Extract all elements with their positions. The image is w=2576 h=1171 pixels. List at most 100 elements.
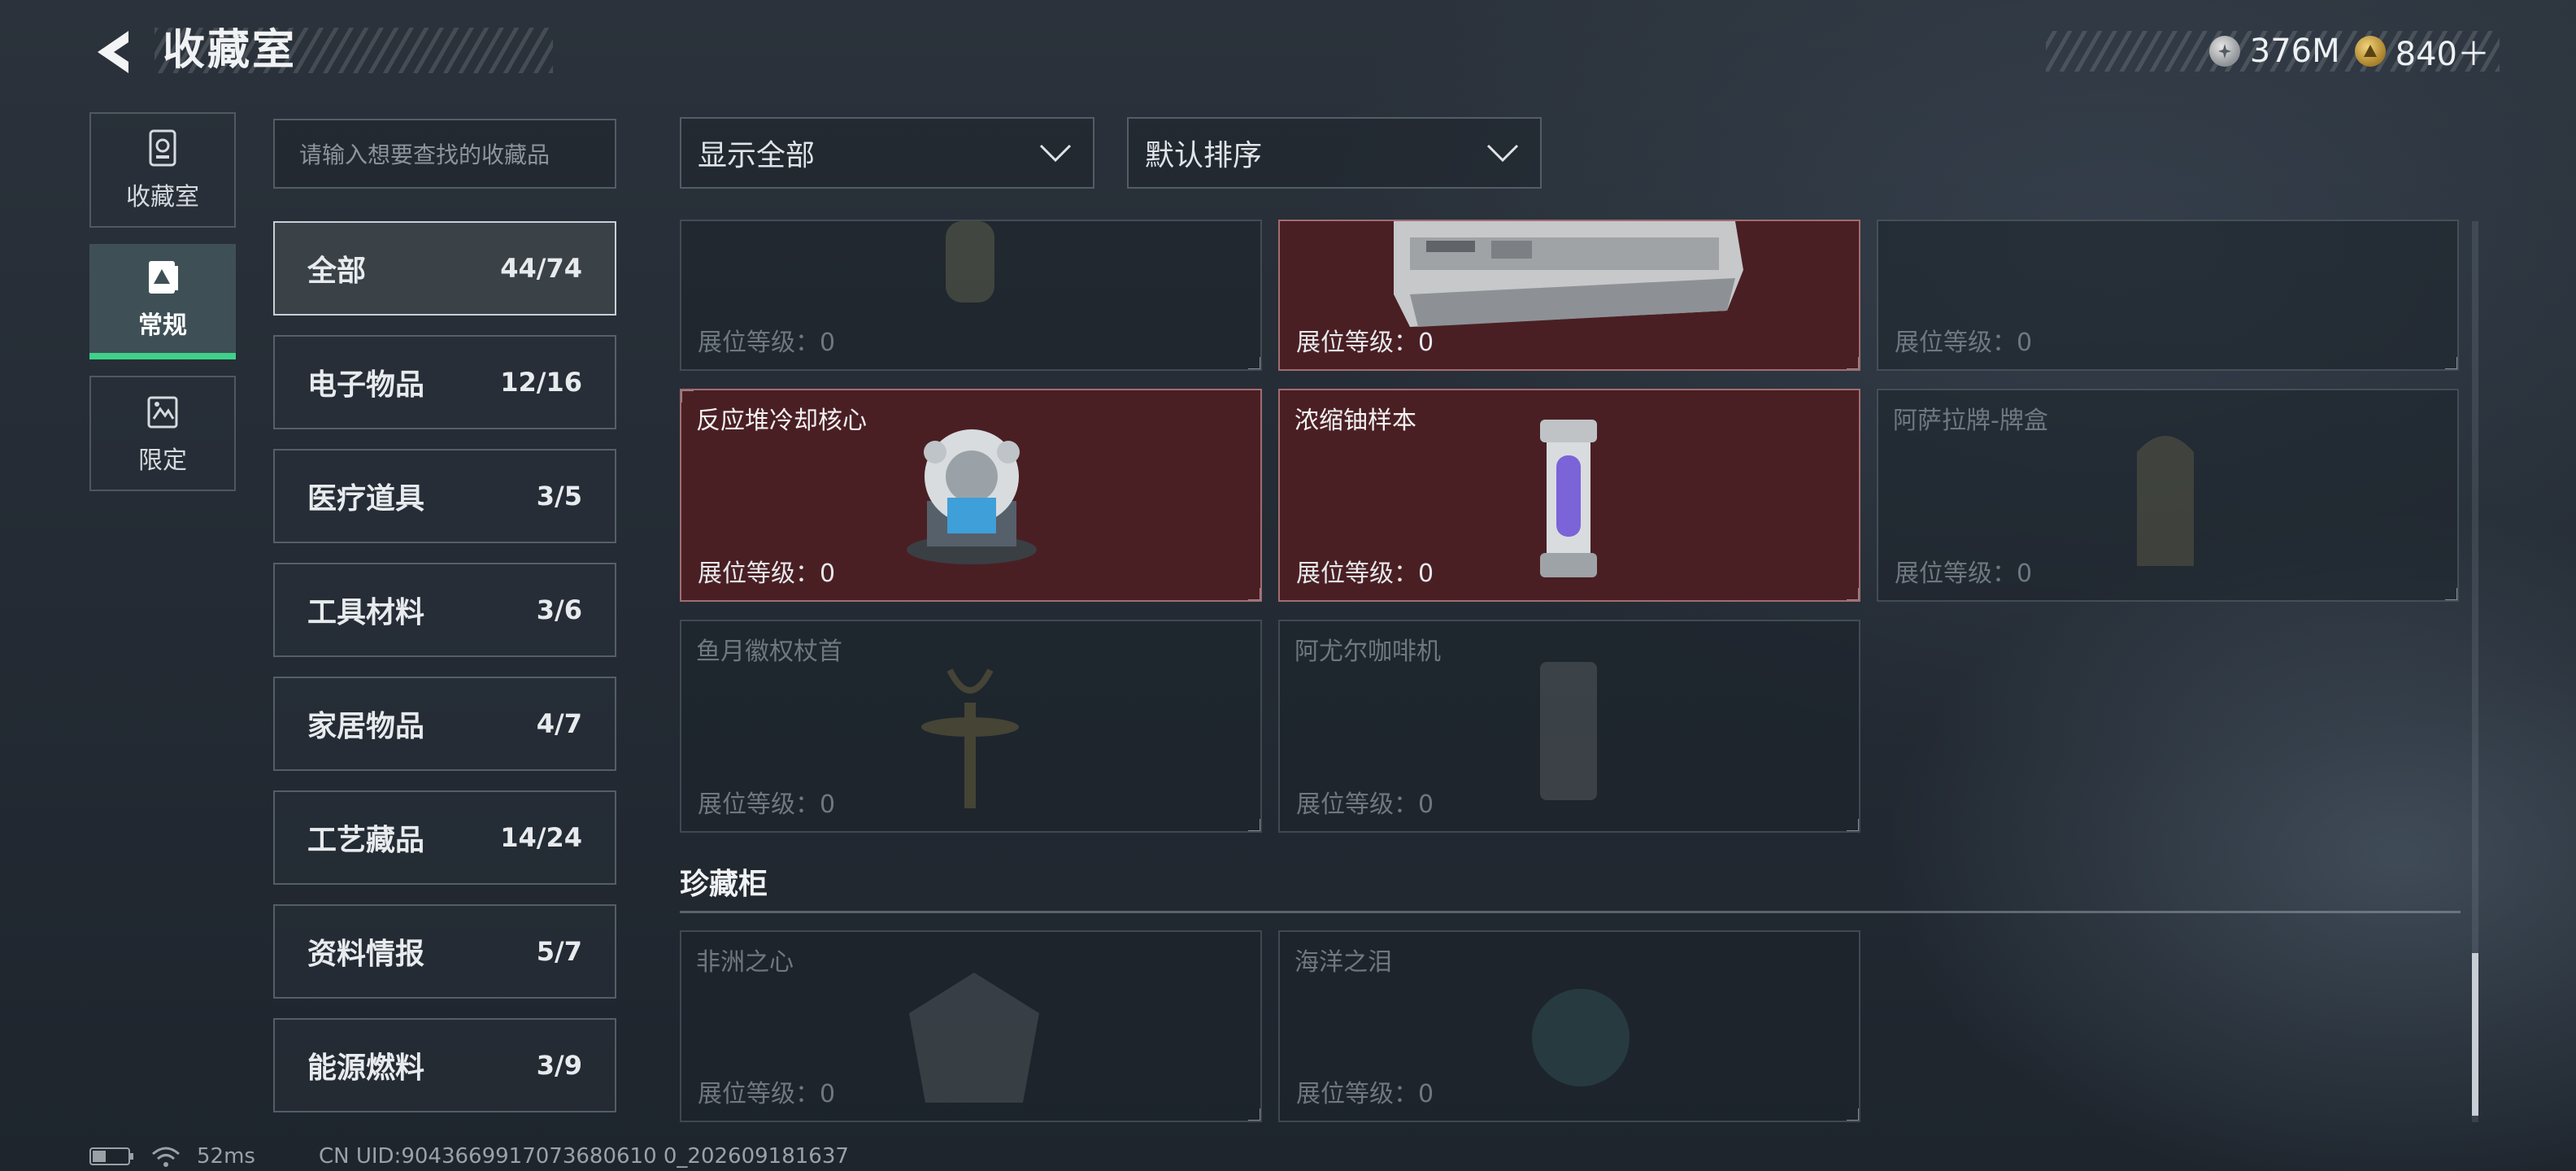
item-level: 展位等级：0 [698, 559, 836, 588]
card-corner [1248, 1108, 1260, 1121]
item-level: 展位等级：0 [1895, 329, 2033, 357]
silver-coin-icon [2208, 36, 2240, 67]
section-divider [680, 911, 2461, 913]
rail-label-collection: 收藏室 [126, 183, 199, 211]
category-name: 资料情报 [307, 938, 425, 971]
ping-value: 52ms [197, 1144, 255, 1169]
rail-label-limited: 限定 [138, 446, 187, 475]
rail-tab-limited[interactable]: 限定 [89, 376, 236, 491]
rail-label-regular: 常规 [138, 311, 187, 340]
silver-amount: 376M [2249, 33, 2340, 70]
filter-value: 显示全部 [698, 139, 816, 172]
item-silhouette [1524, 662, 1613, 808]
collection-room-icon [149, 129, 176, 167]
reactor-core-image [903, 420, 1041, 566]
item-card[interactable]: 阿萨拉牌-牌盒 展位等级：0 [1877, 389, 2459, 602]
filter-dropdown[interactable]: 显示全部 [680, 117, 1094, 189]
item-name: 反应堆冷却核心 [696, 407, 867, 435]
rail-tab-collection[interactable]: 收藏室 [89, 112, 236, 228]
item-level: 展位等级：0 [1296, 790, 1434, 819]
category-count: 14/24 [500, 822, 582, 853]
category-name: 家居物品 [307, 710, 425, 743]
category-name: 工具材料 [307, 596, 425, 629]
currency-silver: 376M [2208, 33, 2340, 70]
sort-dropdown[interactable]: 默认排序 [1127, 117, 1542, 189]
category-count: 12/16 [500, 367, 582, 398]
treasure-name: 海洋之泪 [1295, 948, 1392, 977]
category-name: 能源燃料 [307, 1051, 425, 1085]
item-level: 展位等级：0 [1895, 559, 2033, 588]
category-medical[interactable]: 医疗道具 3/5 [273, 449, 616, 543]
scrollbar-thumb[interactable] [2472, 953, 2478, 1116]
treasure-name: 非洲之心 [696, 948, 794, 977]
uranium-sample-image [1532, 420, 1605, 582]
item-name: 阿萨拉牌-牌盒 [1893, 407, 2048, 435]
card-corner [2445, 588, 2457, 600]
item-card[interactable]: 展位等级：0 [680, 220, 1262, 371]
search-input[interactable]: 请输入想要查找的收藏品 [273, 119, 616, 189]
card-corner [2445, 357, 2457, 369]
category-fuel[interactable]: 能源燃料 3/9 [273, 1018, 616, 1112]
category-all[interactable]: 全部 44/74 [273, 221, 616, 316]
category-intel[interactable]: 资料情报 5/7 [273, 904, 616, 999]
item-silhouette [2129, 420, 2202, 566]
card-corner [1248, 357, 1260, 369]
item-card[interactable]: 展位等级：0 [1877, 220, 2459, 371]
category-name: 电子物品 [307, 368, 425, 402]
chevron-down-icon [1486, 144, 1519, 163]
category-household[interactable]: 家居物品 4/7 [273, 677, 616, 771]
card-corner [1847, 357, 1859, 369]
back-arrow-icon[interactable] [89, 26, 141, 78]
status-bar: 52ms CN UID:9043669917073680610 0_202609… [89, 1142, 849, 1171]
item-card-owned[interactable]: 反应堆冷却核心 展位等级：0 [680, 389, 1262, 602]
treasure-level: 展位等级：0 [698, 1080, 836, 1108]
category-count: 4/7 [536, 708, 582, 739]
card-corner [1847, 588, 1859, 600]
item-silhouette [917, 662, 1023, 808]
section-title: 珍藏柜 [680, 868, 768, 901]
item-name: 浓缩铀样本 [1295, 407, 1416, 435]
category-name: 工艺藏品 [307, 824, 425, 857]
uid-text: CN UID:9043669917073680610 0_20260918163… [318, 1144, 849, 1169]
category-count: 5/7 [536, 936, 582, 967]
category-electronics[interactable]: 电子物品 12/16 [273, 335, 616, 429]
treasure-level: 展位等级：0 [1296, 1080, 1434, 1108]
category-tools[interactable]: 工具材料 3/6 [273, 563, 616, 657]
treasure-card[interactable]: 非洲之心 展位等级：0 [680, 930, 1262, 1122]
category-count: 3/5 [536, 481, 582, 511]
item-card-owned[interactable]: 展位等级：0 [1278, 220, 1860, 371]
currency-gold: 840＋ [2354, 28, 2490, 75]
item-name: 鱼月徽权杖首 [696, 638, 842, 666]
item-device-image [1377, 221, 1751, 335]
regular-card-icon [149, 261, 178, 294]
item-silhouette [1516, 973, 1646, 1103]
rail-tab-regular[interactable]: 常规 [89, 244, 236, 353]
chevron-down-icon [1039, 144, 1072, 163]
card-corner [1248, 819, 1260, 831]
item-silhouette [925, 221, 1015, 319]
item-level: 展位等级：0 [1296, 329, 1434, 357]
treasure-card[interactable]: 海洋之泪 展位等级：0 [1278, 930, 1860, 1122]
category-crafts[interactable]: 工艺藏品 14/24 [273, 790, 616, 885]
item-card[interactable]: 鱼月徽权杖首 展位等级：0 [680, 620, 1262, 833]
wifi-icon [152, 1147, 180, 1167]
category-count: 3/6 [536, 594, 582, 625]
gold-amount: 840＋ [2395, 36, 2490, 73]
card-corner [1248, 588, 1260, 600]
category-name: 全部 [307, 255, 367, 288]
card-corner [1847, 819, 1859, 831]
item-level: 展位等级：0 [698, 790, 836, 819]
category-count: 3/9 [536, 1050, 582, 1081]
item-level: 展位等级：0 [1296, 559, 1434, 588]
item-name: 阿尤尔咖啡机 [1295, 638, 1441, 666]
limited-card-icon [147, 396, 178, 429]
sort-value: 默认排序 [1145, 139, 1263, 172]
card-corner [681, 390, 694, 403]
item-silhouette [893, 964, 1055, 1119]
category-name: 医疗道具 [307, 482, 425, 516]
page-title: 收藏室 [163, 26, 298, 75]
item-card-owned[interactable]: 浓缩铀样本 展位等级：0 [1278, 389, 1860, 602]
category-count: 44/74 [500, 253, 582, 284]
gold-coin-icon [2354, 36, 2386, 67]
item-card[interactable]: 阿尤尔咖啡机 展位等级：0 [1278, 620, 1860, 833]
